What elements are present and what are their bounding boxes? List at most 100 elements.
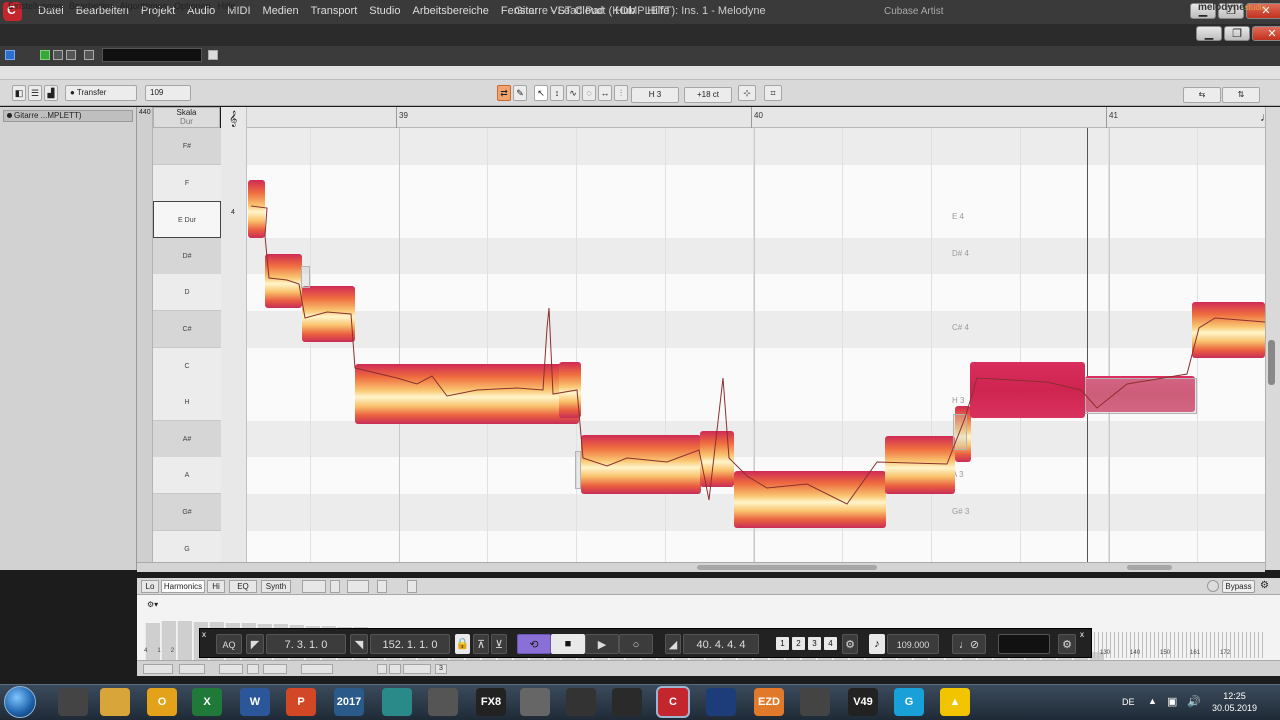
transport-gear-icon[interactable]: ⚙ <box>842 634 858 654</box>
app-icon-7[interactable] <box>612 688 642 716</box>
tab-option-button[interactable] <box>347 580 369 593</box>
tab-option-button[interactable] <box>407 580 417 593</box>
pitch-name-field[interactable]: H 3 <box>631 87 679 103</box>
gear-icon[interactable]: ⚙ <box>1260 580 1269 591</box>
network-icon[interactable]: ▣ <box>1167 695 1177 708</box>
tray-arrow-icon[interactable]: ▲ <box>1148 696 1157 706</box>
quantize-icon[interactable]: ⌗ <box>764 85 782 101</box>
note-view-icon[interactable]: ☰ <box>28 85 42 101</box>
note-editor-grid[interactable]: E 4 D# 4 C# 4H 3A 3 G# 3 <box>247 128 1265 562</box>
zoom-horizontal-icon[interactable]: ⇆ <box>1183 87 1221 103</box>
right-locator-field[interactable]: 152. 1. 1. 0 <box>370 634 450 654</box>
word-icon[interactable]: W <box>240 688 270 716</box>
track-item[interactable]: Gitarre ...MPLETT) <box>3 110 133 122</box>
tab-option-button[interactable] <box>330 580 340 593</box>
aq-button[interactable]: AQ <box>216 634 242 654</box>
record-button[interactable]: ○ <box>619 634 653 654</box>
tab-eq[interactable]: EQ <box>229 580 257 593</box>
horizontal-scroll-thumb[interactable] <box>697 565 877 570</box>
time-ruler[interactable]: 39 40 41 <box>247 107 1265 128</box>
pitch-label[interactable]: G# <box>153 494 221 531</box>
bottom-control-5[interactable] <box>263 664 287 674</box>
tab-option-button[interactable] <box>377 580 387 593</box>
start-button-icon[interactable] <box>4 686 36 718</box>
explorer-icon[interactable] <box>100 688 130 716</box>
melodyne-menu-item[interactable]: Bearbeiten <box>69 1 113 11</box>
tab-harmonics[interactable]: Harmonics <box>161 580 205 593</box>
app-icon-11[interactable]: ▲ <box>940 688 970 716</box>
bottom-value-field[interactable]: 3 <box>435 664 447 674</box>
pitch-label[interactable]: E Dur <box>153 201 221 239</box>
treble-clef-icon[interactable]: 𝄞 <box>229 110 237 127</box>
v49-icon[interactable]: V49 <box>848 688 878 716</box>
marker-button[interactable]: 2 <box>792 637 805 650</box>
melodyne-menu-item[interactable]: Hilfe <box>218 1 236 11</box>
harmonic-bar[interactable] <box>161 620 176 660</box>
outlook-icon[interactable]: O <box>147 688 177 716</box>
app-icon-10[interactable]: G <box>894 688 924 716</box>
transport-close-right-button[interactable]: x <box>1080 630 1084 640</box>
pitch-label[interactable]: D# <box>153 237 221 275</box>
right-locator-icon[interactable]: ◥ <box>350 634 368 654</box>
plugin-minimize-button[interactable]: ▁ <box>1196 26 1222 41</box>
pitch-modulation-icon[interactable]: ∿ <box>566 85 580 101</box>
app-icon-1[interactable] <box>58 688 88 716</box>
marker-button[interactable]: 4 <box>824 637 837 650</box>
scale-header[interactable]: Skala Dur <box>153 107 220 128</box>
bottom-control-8[interactable] <box>389 664 401 674</box>
waveform-view-icon[interactable]: ▟ <box>44 85 58 101</box>
zoom-slider[interactable] <box>1127 565 1172 570</box>
play-button[interactable]: ▶ <box>585 634 619 654</box>
position-icon[interactable]: ◢ <box>665 634 681 654</box>
stop-button[interactable]: ■ <box>551 634 585 654</box>
marker-button[interactable]: 1 <box>776 637 789 650</box>
tempo-field[interactable]: 109.000 <box>887 634 939 654</box>
tray-clock[interactable]: 12:25 30.05.2019 <box>1212 690 1257 714</box>
write-icon[interactable] <box>53 50 63 60</box>
bottom-control-7[interactable] <box>377 664 387 674</box>
pitch-label[interactable]: A# <box>153 420 221 458</box>
camera-icon[interactable] <box>208 50 218 60</box>
melodyne-menu-item[interactable]: Algorithmus <box>120 1 168 11</box>
pointer-tool-icon[interactable]: ↖ <box>534 85 548 101</box>
tab-hi[interactable]: Hi <box>207 580 225 593</box>
punch-out-icon[interactable]: ⊻ <box>491 634 507 654</box>
pitch-label[interactable]: F# <box>153 128 221 165</box>
transfer-button[interactable]: ● Transfer <box>65 85 137 101</box>
plugin-close-button[interactable]: ✕ <box>1252 26 1280 41</box>
bottom-control-1[interactable] <box>143 664 173 674</box>
layout-icon[interactable]: ◧ <box>12 85 26 101</box>
app-icon-2017[interactable]: 2017 <box>334 688 364 716</box>
pitch-drift-icon[interactable]: ◌ <box>582 85 596 101</box>
cycle-button[interactable]: ⟲ <box>517 634 551 654</box>
plugin-restore-button[interactable]: ❐ <box>1224 26 1250 41</box>
marker-button[interactable]: 3 <box>808 637 821 650</box>
read-icon[interactable] <box>40 50 50 60</box>
edit-tool-icon[interactable]: ✎ <box>513 85 527 101</box>
pitch-label[interactable]: H <box>153 384 221 422</box>
powerpoint-icon[interactable]: P <box>286 688 316 716</box>
left-locator-icon[interactable]: ◤ <box>246 634 264 654</box>
pitch-label[interactable]: D <box>153 274 221 312</box>
bypass-icon[interactable] <box>84 50 94 60</box>
cubase-taskbar-icon[interactable]: C <box>658 688 688 716</box>
horizontal-scrollbar[interactable] <box>137 562 1265 572</box>
time-tool-icon[interactable]: ↔ <box>598 85 612 101</box>
bottom-control-6[interactable] <box>301 664 333 674</box>
app-icon-5[interactable] <box>520 688 550 716</box>
preset-display[interactable] <box>102 48 202 62</box>
pitch-label[interactable]: A <box>153 457 221 495</box>
tab-synth[interactable]: Synth <box>261 580 291 593</box>
tempo-field[interactable]: 109 <box>145 85 191 101</box>
click-settings-icon[interactable]: ♩⊘ <box>952 634 986 654</box>
ezd-icon[interactable]: EZD <box>754 688 784 716</box>
app-icon-4[interactable] <box>428 688 458 716</box>
settings-icon[interactable]: ⚙▾ <box>147 600 158 609</box>
app-icon-3[interactable] <box>382 688 412 716</box>
app-icon-6[interactable] <box>566 688 596 716</box>
bottom-control-4[interactable] <box>247 664 259 674</box>
bottom-control-3[interactable] <box>219 664 243 674</box>
power-icon[interactable] <box>5 50 15 60</box>
position-field[interactable]: 40. 4. 4. 4 <box>683 634 759 654</box>
vertical-scrollbar[interactable] <box>1265 107 1280 570</box>
